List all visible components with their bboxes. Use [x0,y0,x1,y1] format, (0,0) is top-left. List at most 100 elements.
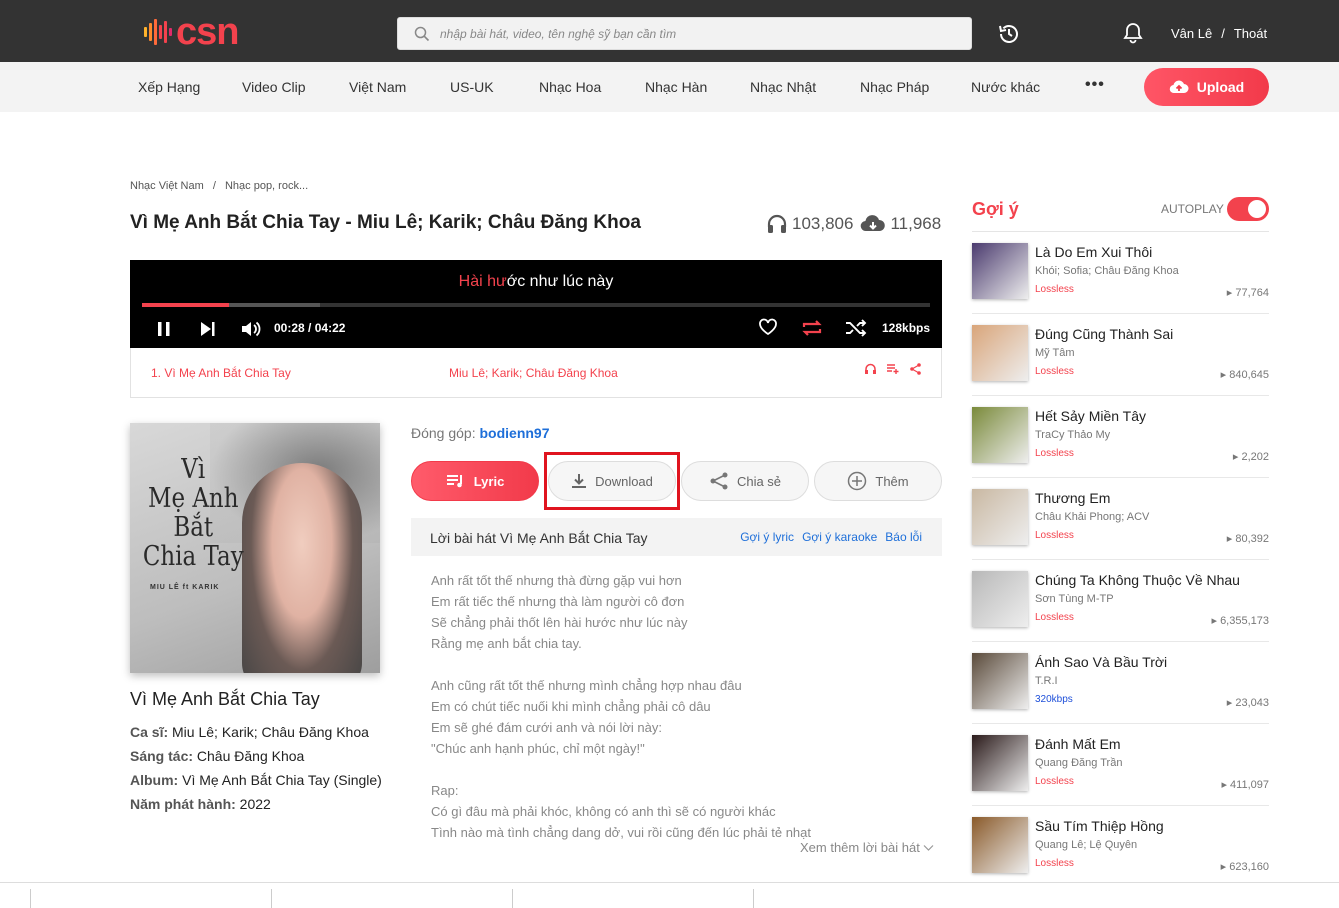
search-input[interactable] [440,18,960,49]
progress-bar[interactable] [142,303,930,307]
bell-icon[interactable] [1122,21,1144,45]
show-more-label: Xem thêm lời bài hát [800,840,920,855]
nav-item-nhac-hoa[interactable]: Nhạc Hoa [539,79,601,95]
more-button[interactable]: Thêm [814,461,942,501]
suggestion-title[interactable]: Đúng Cũng Thành Sai [1035,326,1173,342]
breadcrumb: Nhạc Việt Nam / Nhạc pop, rock... [130,180,308,192]
autoplay-toggle[interactable] [1227,197,1269,221]
share-icon[interactable] [909,363,922,375]
suggestion-quality: Lossless [1035,366,1074,377]
composer-link[interactable]: Châu Đăng Khoa [197,748,304,764]
history-icon[interactable] [997,22,1021,46]
breadcrumb-separator: / [212,180,216,192]
nav-item-us-uk[interactable]: US-UK [450,79,494,95]
csn-logo[interactable]: csn [144,13,239,51]
nav-item-viet-nam[interactable]: Việt Nam [349,79,406,95]
suggestion-thumbnail[interactable] [972,571,1028,627]
breadcrumb-viet-nam[interactable]: Nhạc Việt Nam [130,180,204,192]
suggestion-artist[interactable]: Khói; Sofia; Châu Đăng Khoa [1035,265,1179,277]
suggestion-thumbnail[interactable] [972,489,1028,545]
composer-label: Sáng tác: [130,748,194,764]
suggestion-title[interactable]: Thương Em [1035,490,1110,506]
singer-link[interactable]: Miu Lê; Karik; Châu Đăng Khoa [172,724,369,740]
suggestion-title[interactable]: Đánh Mất Em [1035,736,1121,752]
suggestion-thumbnail[interactable] [972,817,1028,873]
suggest-lyric-link[interactable]: Gợi ý lyric [740,530,794,544]
nav-item-nhac-han[interactable]: Nhạc Hàn [645,79,707,95]
suggestion-title[interactable]: Là Do Em Xui Thôi [1035,244,1152,260]
suggestion-title[interactable]: Hết Sảy Miền Tây [1035,408,1146,424]
chevron-down-icon [924,845,934,851]
suggestion-thumbnail[interactable] [972,653,1028,709]
suggestion-artist[interactable]: Quang Lê; Lệ Quyên [1035,839,1137,851]
next-icon[interactable] [199,320,217,338]
playlist-row[interactable]: 1. Vì Mẹ Anh Bắt Chia Tay Miu Lê; Karik;… [130,348,942,398]
nav-more-icon[interactable]: ••• [1085,76,1105,94]
suggestion-item[interactable]: Hết Sảy Miền Tây TraCy Thảo My Lossless ▸ 2… [972,396,1269,478]
breadcrumb-pop-rock[interactable]: Nhạc pop, rock... [225,180,308,192]
suggestion-quality: 320kbps [1035,694,1073,705]
contributor-link[interactable]: bodienn97 [480,425,550,441]
suggestion-item[interactable]: Thương Em Châu Khải Phong; ACV Lossless ▸ 8… [972,478,1269,560]
suggestion-count-value: 77,764 [1235,287,1269,299]
quality-label[interactable]: 128kbps [882,321,930,335]
repeat-icon[interactable] [800,318,824,338]
volume-icon[interactable] [240,320,262,338]
headphones-icon[interactable] [864,363,877,375]
lyrics-text: Anh rất tốt thế nhưng thà đừng gặp vui h… [431,573,812,840]
shuffle-icon[interactable] [844,318,868,338]
add-to-playlist-icon[interactable] [886,363,900,375]
bar-divider [271,889,272,908]
logout-link[interactable]: Thoát [1234,26,1267,41]
audio-player: Hài hước như lúc này 00:28 / 04:22 128kb… [130,260,942,348]
suggestion-quality: Lossless [1035,284,1074,295]
nav-item-nhac-nhat[interactable]: Nhạc Nhật [750,79,816,95]
suggestion-item[interactable]: Ánh Sao Và Bầu Trời T.R.I 320kbps ▸ 23,043 [972,642,1269,724]
autoplay-label: AUTOPLAY [1161,202,1224,216]
suggestions-title: Gợi ý [972,199,1019,219]
suggestion-title[interactable]: Ánh Sao Và Bầu Trời [1035,654,1167,670]
suggestion-thumbnail[interactable] [972,735,1028,791]
share-button[interactable]: Chia sẻ [681,461,809,501]
suggest-karaoke-link[interactable]: Gợi ý karaoke [802,530,877,544]
lyrics-title: Lời bài hát Vì Mẹ Anh Bắt Chia Tay [430,530,648,546]
suggestion-thumbnail[interactable] [972,325,1028,381]
suggestion-title[interactable]: Chúng Ta Không Thuộc Về Nhau [1035,572,1240,588]
playlist-song-artist[interactable]: Miu Lê; Karik; Châu Đăng Khoa [449,366,618,380]
nav-item-nhac-phap[interactable]: Nhạc Pháp [860,79,929,95]
time-separator: / [308,321,312,335]
user-name-link[interactable]: Vân Lê [1171,26,1212,41]
suggestion-artist[interactable]: Mỹ Tâm [1035,347,1075,359]
suggestion-artist[interactable]: Sơn Tùng M-TP [1035,593,1114,605]
suggestion-play-count: ▸ 77,764 [1226,287,1269,299]
suggestion-item[interactable]: Chúng Ta Không Thuộc Về Nhau Sơn Tùng M-T… [972,560,1269,642]
tab-lyric[interactable]: Lyric [411,461,539,501]
nav-item-xep-hang[interactable]: Xếp Hạng [138,79,200,95]
report-error-link[interactable]: Báo lỗi [885,530,922,544]
playlist-song-title[interactable]: 1. Vì Mẹ Anh Bắt Chia Tay [151,366,291,380]
heart-icon[interactable] [758,318,778,336]
suggestion-item[interactable]: Đúng Cũng Thành Sai Mỹ Tâm Lossless ▸ 840,6… [972,314,1269,396]
suggestion-item[interactable]: Đánh Mất Em Quang Đăng Trần Lossless ▸ 411,… [972,724,1269,806]
lyric-icon [446,475,462,488]
suggestion-artist[interactable]: Quang Đăng Trần [1035,757,1122,769]
bar-divider [753,889,754,908]
nav-item-video-clip[interactable]: Video Clip [242,79,306,95]
suggestion-thumbnail[interactable] [972,407,1028,463]
main-nav: Xếp Hạng Video Clip Việt Nam US-UK Nhạc … [0,62,1339,112]
album-link[interactable]: Vì Mẹ Anh Bắt Chia Tay (Single) [182,772,382,788]
suggestion-item[interactable]: Sầu Tím Thiệp Hồng Quang Lê; Lệ Quyên Loss… [972,806,1269,888]
upload-button[interactable]: Upload [1144,68,1269,106]
current-lyric-line: Hài hước như lúc này [130,273,942,291]
singer-label: Ca sĩ: [130,724,169,740]
album-cover: Vì Mẹ Anh Bắt Chia Tay MIU LÊ ft KARIK [130,423,380,673]
suggestion-artist[interactable]: TraCy Thảo My [1035,429,1110,441]
suggestion-thumbnail[interactable] [972,243,1028,299]
suggestion-artist[interactable]: Châu Khải Phong; ACV [1035,511,1149,523]
nav-item-nuoc-khac[interactable]: Nước khác [971,79,1040,95]
pause-icon[interactable] [156,320,172,338]
suggestion-title[interactable]: Sầu Tím Thiệp Hồng [1035,818,1164,834]
show-more-lyrics-link[interactable]: Xem thêm lời bài hát [800,840,934,855]
suggestion-artist[interactable]: T.R.I [1035,675,1058,687]
suggestion-item[interactable]: Là Do Em Xui Thôi Khói; Sofia; Châu Đăng … [972,232,1269,314]
